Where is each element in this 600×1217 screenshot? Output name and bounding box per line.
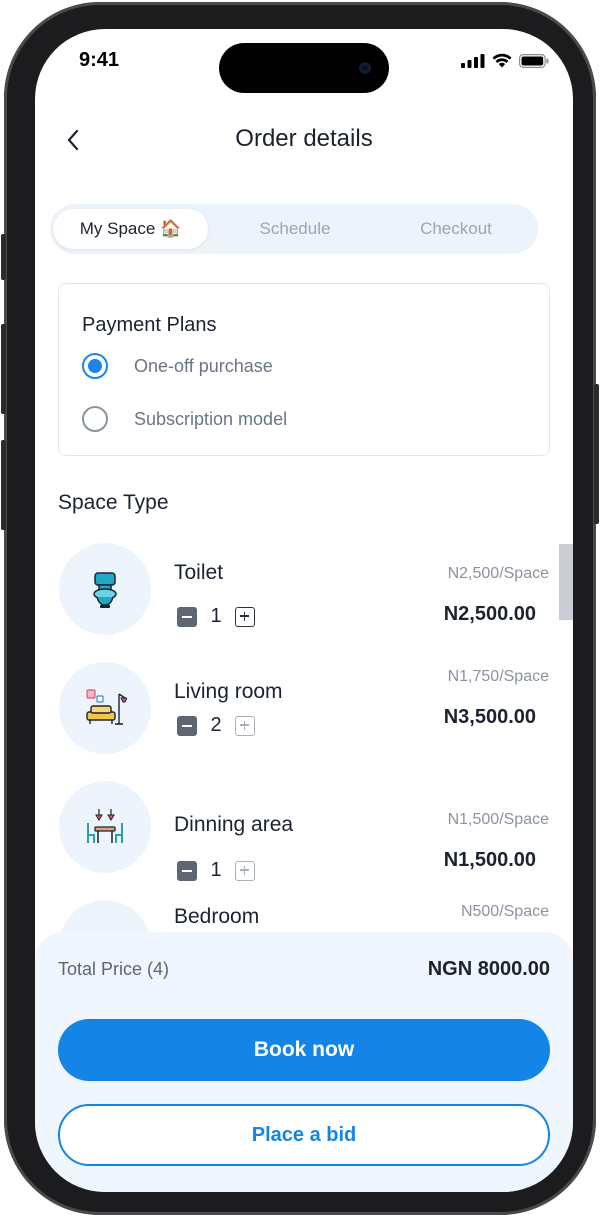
tab-my-space[interactable]: My Space 🏠: [53, 209, 208, 249]
dining-table-icon: [59, 781, 151, 873]
sofa-lamp-icon: [59, 662, 151, 754]
radio-selected-icon[interactable]: [82, 353, 108, 379]
payment-plans-card: Payment Plans One-off purchase Subscript…: [58, 283, 550, 456]
screen: 9:41 Order details My Space 🏠 Schedule C…: [35, 29, 573, 1192]
unit-price: N1,750/Space: [447, 668, 549, 685]
total-price-value: NGN 8000.00: [427, 958, 550, 980]
tab-checkout[interactable]: Checkout: [380, 209, 532, 249]
decrement-button[interactable]: [177, 860, 197, 881]
radio-unselected-icon[interactable]: [82, 406, 108, 432]
quantity-value: 2: [210, 714, 222, 736]
phone-frame: 9:41 Order details My Space 🏠 Schedule C…: [1, 2, 599, 1215]
quantity-stepper: 1: [177, 859, 255, 882]
decrement-button[interactable]: [177, 715, 197, 736]
unit-price: N2,500/Space: [447, 565, 549, 582]
space-item-dinning-area: Dinning area 1 N1,500/Space N1,500.00: [35, 781, 573, 891]
space-item-living-room: Living room 2 N1,750/Space N3,500.00: [35, 662, 573, 772]
toilet-icon: [59, 543, 151, 635]
space-type-title: Space Type: [58, 491, 169, 514]
volume-up-button: [1, 324, 6, 414]
book-now-button[interactable]: Book now: [58, 1019, 550, 1081]
status-time: 9:41: [79, 49, 120, 71]
unit-price: N500/Space: [460, 903, 549, 920]
item-subtotal: N1,500.00: [443, 849, 536, 871]
plan-option-label: One-off purchase: [134, 355, 273, 376]
payment-plans-title: Payment Plans: [82, 314, 217, 336]
unit-price: N1,500/Space: [447, 811, 549, 828]
space-item-toilet: Toilet 1 N2,500/Space N2,500.00: [35, 543, 573, 653]
silent-switch: [1, 234, 6, 280]
quantity-stepper: 2: [177, 714, 255, 737]
tab-bar: My Space 🏠 Schedule Checkout: [50, 204, 538, 254]
power-button: [594, 384, 599, 524]
space-item-name: Living room: [174, 680, 283, 703]
volume-down-button: [1, 440, 6, 530]
status-icons: [461, 53, 549, 68]
place-bid-button[interactable]: Place a bid: [58, 1104, 550, 1166]
space-item-name: Bedroom: [174, 905, 260, 928]
battery-icon: [519, 53, 549, 68]
item-subtotal: N2,500.00: [443, 603, 536, 625]
plan-option-one-off[interactable]: One-off purchase: [82, 353, 273, 379]
increment-button[interactable]: [235, 606, 255, 627]
page-title: Order details: [235, 125, 373, 152]
space-item-name: Toilet: [174, 561, 224, 584]
quantity-value: 1: [210, 859, 222, 881]
total-price-label: Total Price (4): [58, 959, 170, 979]
item-subtotal: N3,500.00: [443, 706, 536, 728]
increment-button[interactable]: [235, 860, 255, 881]
plan-option-subscription[interactable]: Subscription model: [82, 406, 287, 432]
quantity-stepper: 1: [177, 605, 255, 628]
cellular-signal-icon: [461, 53, 485, 68]
dynamic-island: [219, 43, 389, 93]
checkout-footer: Total Price (4) NGN 8000.00 Book now Pla…: [35, 932, 573, 1192]
tab-schedule[interactable]: Schedule: [220, 209, 370, 249]
header: Order details: [35, 117, 573, 163]
decrement-button[interactable]: [177, 606, 197, 627]
quantity-value: 1: [210, 605, 222, 627]
space-item-name: Dinning area: [174, 813, 294, 836]
increment-button[interactable]: [235, 715, 255, 736]
camera-icon: [359, 62, 371, 74]
scrollbar-thumb[interactable]: [559, 544, 573, 620]
plan-option-label: Subscription model: [134, 408, 288, 429]
wifi-icon: [492, 53, 512, 68]
